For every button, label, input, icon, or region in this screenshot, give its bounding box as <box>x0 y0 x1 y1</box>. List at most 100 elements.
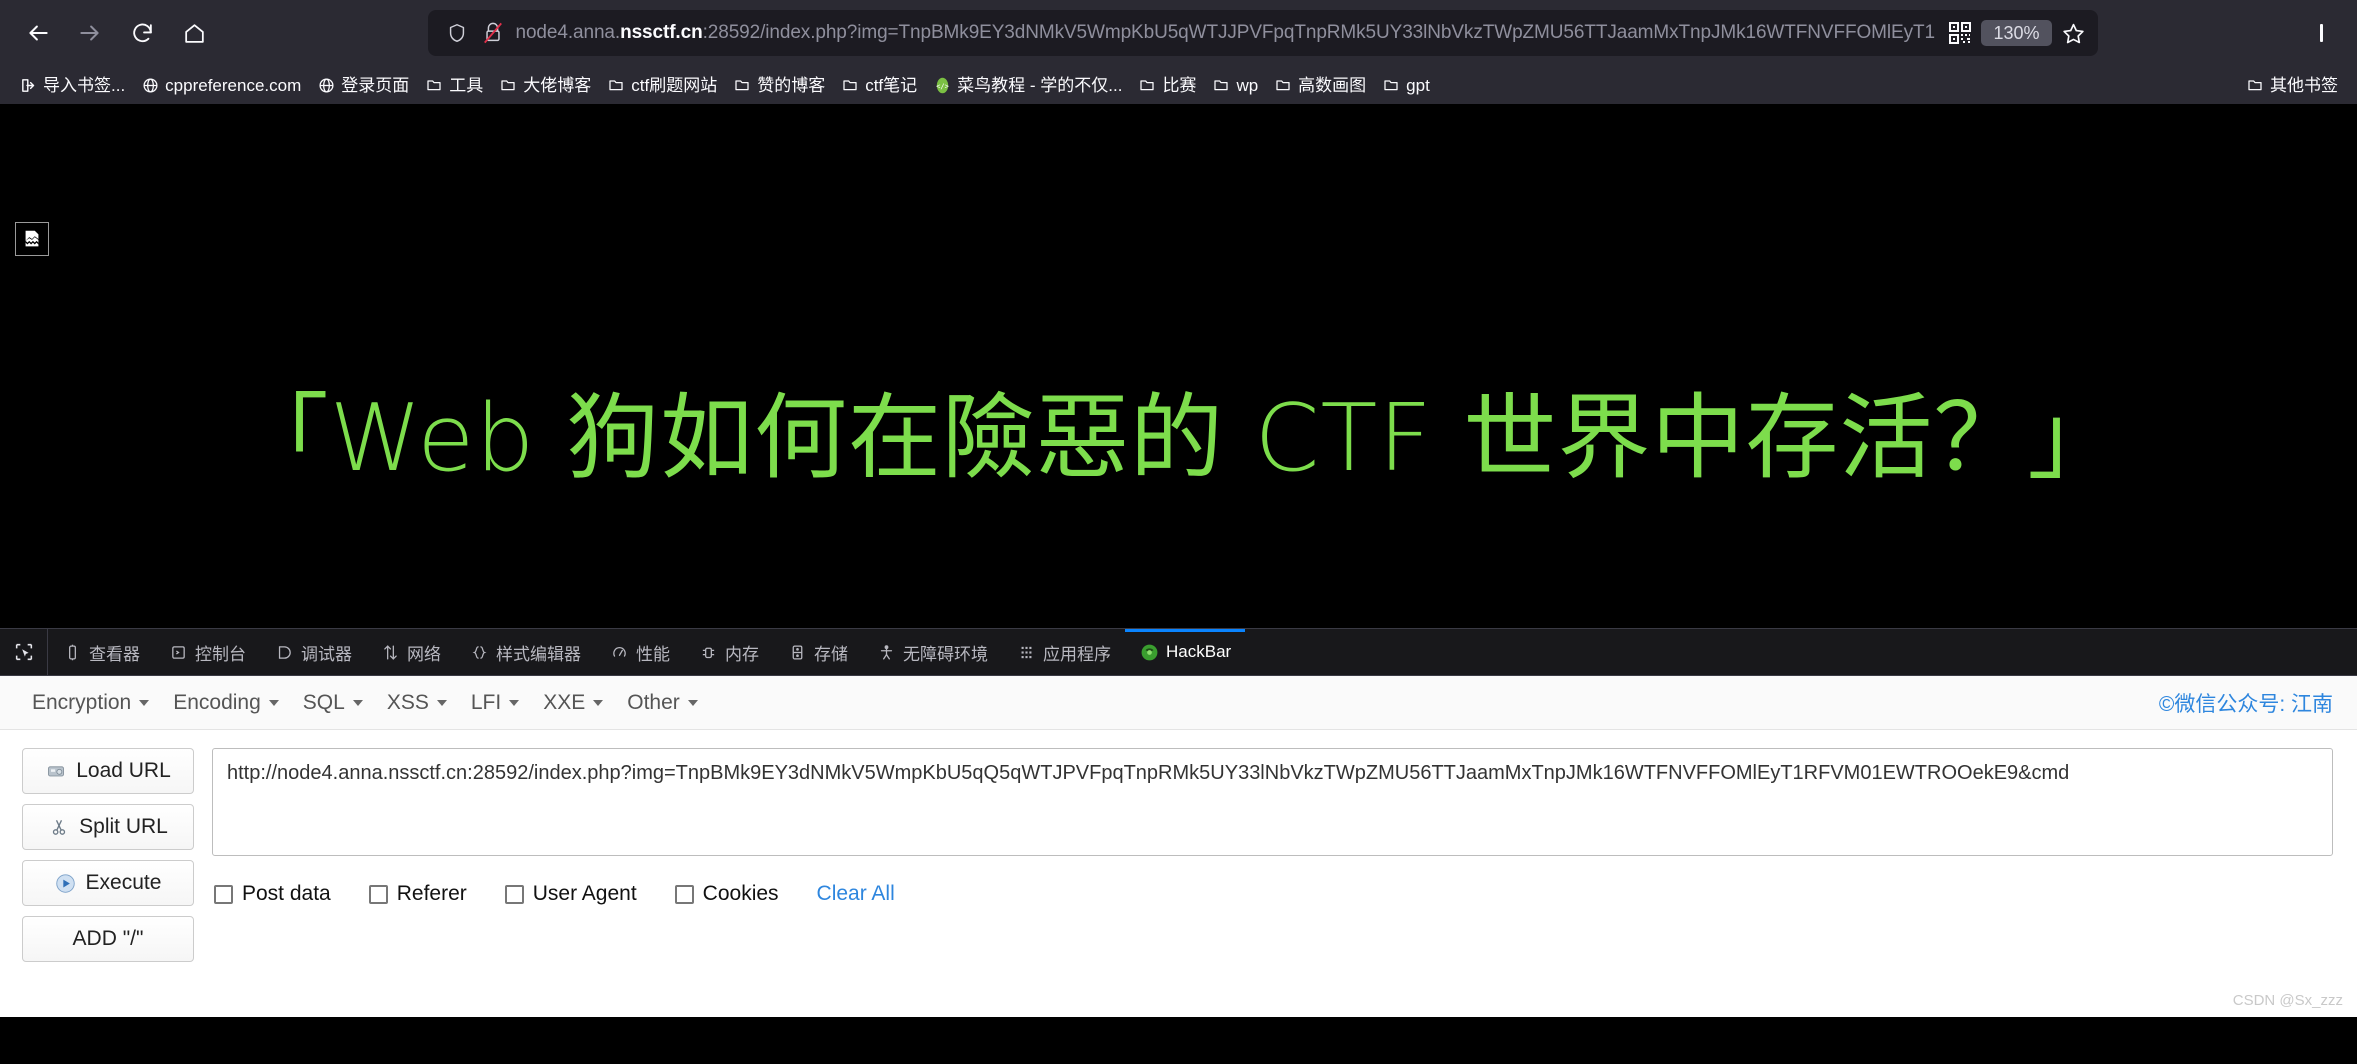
checkbox-box[interactable] <box>214 884 233 904</box>
tab-console[interactable]: 控制台 <box>154 629 260 675</box>
menu-encryption[interactable]: Encryption <box>24 687 165 719</box>
url-textarea[interactable]: http://node4.anna.nssctf.cn:28592/index.… <box>212 748 2333 856</box>
checkbox-box[interactable] <box>368 884 388 904</box>
bookmarks-bar: 导入书签... cppreference.com 登录页面 工具 大佬博客 ct… <box>0 66 2357 104</box>
bookmark-folder-contests[interactable]: 比赛 <box>1131 73 1203 97</box>
hackbar-right-column: http://node4.anna.nssctf.cn:28592/index.… <box>212 748 2333 962</box>
bookmark-login-page[interactable]: 登录页面 <box>310 73 416 97</box>
reload-button[interactable] <box>118 9 166 57</box>
bookmark-label: 菜鸟教程 - 学的不仅... <box>957 75 1123 95</box>
bookmark-star-icon[interactable] <box>2058 17 2090 49</box>
urlbar-container: node4.anna.nssctf.cn:28592/index.php?img… <box>222 10 2303 56</box>
debugger-icon <box>274 642 294 662</box>
url-prefix: node4.anna. <box>515 22 621 43</box>
back-button[interactable] <box>14 9 62 57</box>
checkbox-cookies[interactable]: Cookies <box>674 882 779 906</box>
import-icon <box>19 76 37 94</box>
folder-icon <box>1138 76 1156 94</box>
zoom-level-indicator[interactable]: 130% <box>1981 20 2052 46</box>
bookmark-folder-math-plot[interactable]: 高数画图 <box>1267 73 1373 97</box>
tab-accessibility[interactable]: 无障碍环境 <box>862 629 1002 675</box>
chevron-down-icon <box>436 699 447 706</box>
address-bar[interactable]: node4.anna.nssctf.cn:28592/index.php?img… <box>427 10 2098 56</box>
bookmark-folder-tools[interactable]: 工具 <box>418 73 490 97</box>
checkbox-box[interactable] <box>504 884 524 904</box>
menu-encoding[interactable]: Encoding <box>165 687 295 719</box>
tab-storage[interactable]: 存储 <box>773 629 862 675</box>
tab-label: HackBar <box>1166 642 1232 661</box>
bookmark-folder-liked-blogs[interactable]: 赞的博客 <box>726 73 832 97</box>
add-slash-button[interactable]: ADD "/" <box>22 916 194 962</box>
menu-sql[interactable]: SQL <box>295 687 379 719</box>
menu-lfi[interactable]: LFI <box>463 687 535 719</box>
tab-network[interactable]: 网络 <box>366 629 455 675</box>
bookmark-folder-wp[interactable]: wp <box>1205 73 1265 97</box>
shield-icon[interactable] <box>444 20 470 46</box>
bookmark-label: 导入书签... <box>43 75 126 95</box>
checkbox-user-agent[interactable]: User Agent <box>504 882 637 906</box>
chevron-down-icon <box>687 699 698 706</box>
menu-xss[interactable]: XSS <box>379 687 463 719</box>
split-url-button[interactable]: Split URL <box>22 804 194 850</box>
hackbar-menubar: Encryption Encoding SQL XSS LFI XXE Othe… <box>0 676 2357 730</box>
button-label: Execute <box>85 871 162 894</box>
hackbar-body: Load URL Split URL Execute ADD "/" http:… <box>0 730 2357 962</box>
tab-label: 性能 <box>636 644 670 664</box>
bookmark-folder-other[interactable]: 其他书签 <box>2239 73 2345 97</box>
element-picker-button[interactable] <box>0 629 48 675</box>
bookmark-runoob[interactable]: </> 菜鸟教程 - 学的不仅... <box>926 73 1129 97</box>
tab-label: 无障碍环境 <box>903 644 988 664</box>
checkbox-box[interactable] <box>674 884 694 904</box>
bookmark-cppreference[interactable]: cppreference.com <box>134 73 308 97</box>
tab-memory[interactable]: 内存 <box>684 629 773 675</box>
checkbox-label: Referer <box>396 882 467 905</box>
style-editor-icon <box>469 642 489 662</box>
network-icon <box>380 642 400 662</box>
folder-icon <box>733 76 751 94</box>
hackbar-panel: Encryption Encoding SQL XSS LFI XXE Othe… <box>0 676 2357 1017</box>
url-text[interactable]: node4.anna.nssctf.cn:28592/index.php?img… <box>516 10 1936 56</box>
tab-label: 调试器 <box>301 644 352 664</box>
load-url-icon <box>45 760 67 782</box>
chevron-down-icon <box>509 699 520 706</box>
application-icon <box>1016 642 1036 662</box>
bookmark-folder-ctf-notes[interactable]: ctf笔记 <box>834 73 924 97</box>
menu-xxe[interactable]: XXE <box>535 687 619 719</box>
menu-label: XSS <box>386 690 429 714</box>
execute-button[interactable]: Execute <box>22 860 194 906</box>
forward-button[interactable] <box>66 9 114 57</box>
checkbox-label: Cookies <box>702 882 779 905</box>
tab-application[interactable]: 应用程序 <box>1002 629 1125 675</box>
folder-icon <box>499 76 517 94</box>
tab-debugger[interactable]: 调试器 <box>260 629 366 675</box>
bookmark-label: 高数画图 <box>1298 75 1367 95</box>
checkbox-post-data[interactable]: Post data <box>214 882 331 906</box>
bookmark-label: wp <box>1236 75 1259 95</box>
home-button[interactable] <box>170 9 218 57</box>
insecure-lock-icon[interactable] <box>480 20 506 46</box>
menu-other[interactable]: Other <box>619 687 714 719</box>
bookmark-label: 工具 <box>449 75 484 95</box>
bookmark-folder-blogs[interactable]: 大佬博客 <box>492 73 598 97</box>
load-url-button[interactable]: Load URL <box>22 748 194 794</box>
devtools-tabbar: 查看器 控制台 调试器 网络 样式编辑器 性能 内存 存储 无障碍环境 应用程序… <box>0 629 2357 676</box>
menu-label: XXE <box>543 690 586 714</box>
menu-label: Encryption <box>32 690 132 714</box>
tab-style-editor[interactable]: 样式编辑器 <box>455 629 595 675</box>
tab-label: 网络 <box>407 644 441 664</box>
toolbar-overflow[interactable] <box>2307 21 2343 45</box>
menu-label: Other <box>627 690 680 714</box>
bookmark-import[interactable]: 导入书签... <box>12 73 132 97</box>
tab-inspector[interactable]: 查看器 <box>48 629 154 675</box>
bookmark-folder-ctf-sites[interactable]: ctf刷题网站 <box>600 73 724 97</box>
clear-all-link[interactable]: Clear All <box>817 882 895 906</box>
bookmark-label: 比赛 <box>1162 75 1197 95</box>
bookmark-folder-gpt[interactable]: gpt <box>1375 73 1437 97</box>
play-icon <box>55 872 77 894</box>
menu-label: LFI <box>470 690 502 714</box>
tab-hackbar[interactable]: HackBar <box>1125 629 1246 675</box>
url-suffix: :28592/index.php?img=TnpBMk9EY3dNMkV5Wmp… <box>702 22 1936 43</box>
qr-code-icon[interactable] <box>1945 18 1975 48</box>
tab-performance[interactable]: 性能 <box>595 629 684 675</box>
checkbox-referer[interactable]: Referer <box>368 882 467 906</box>
